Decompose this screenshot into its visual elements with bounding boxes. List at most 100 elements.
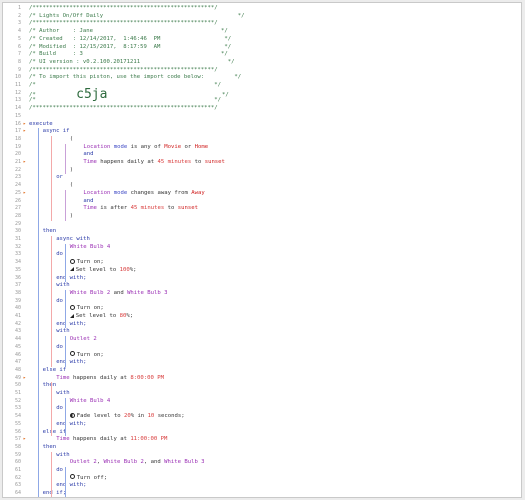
code-token: Turn off;: [76, 474, 108, 481]
indent-guide: [65, 289, 66, 329]
power-icon: [69, 258, 75, 264]
code-token: end with;: [56, 320, 87, 327]
code-token: sunset: [177, 205, 198, 212]
fade-icon: [69, 412, 75, 418]
code-token: */: [93, 28, 228, 35]
code-token: /* UI version : v0.2.100.20171211: [29, 58, 141, 65]
code-token: changes away from: [130, 189, 188, 196]
indent-guide: [65, 397, 66, 437]
indent-guide: [51, 135, 53, 221]
code-token: else if: [42, 428, 67, 435]
code-token: is any of: [130, 143, 161, 150]
code-token: do: [56, 297, 63, 304]
code-token: % in: [130, 413, 145, 420]
code-token: Turn on;: [76, 259, 104, 266]
off-icon: [69, 474, 75, 480]
code-token: White Bulb 3: [127, 289, 168, 296]
line-number: [3, 497, 21, 498]
code-token: 20: [123, 413, 131, 420]
code-token: White Bulb 2: [103, 459, 144, 466]
code-token: /***************************************…: [29, 20, 218, 27]
code-token: /* Modified : 12/15/2017, 8:17:59 AM: [29, 43, 161, 50]
code-token: happens daily at: [100, 159, 155, 165]
code-token: /*: [29, 97, 36, 104]
code-token: end if;: [42, 490, 67, 497]
code-token: /*: [29, 82, 36, 88]
code-token: /* Lights On/Off Daily: [29, 12, 104, 19]
code-token: sunset: [204, 159, 225, 165]
code-token: , and: [143, 459, 165, 466]
code-token: Turn on;: [76, 351, 104, 358]
code-token: Location: [83, 189, 111, 196]
code-token: happens daily at: [73, 436, 127, 443]
code-token: %;: [126, 313, 134, 319]
indent-guide: [51, 382, 53, 437]
code-token: */: [35, 82, 221, 88]
code-token: */: [160, 43, 232, 50]
code-token: */: [160, 35, 232, 42]
code-token: Location: [83, 143, 111, 150]
code-token: or: [56, 174, 63, 181]
code-token: ,: [96, 459, 104, 466]
code-token: then: [42, 228, 57, 235]
code-line[interactable]: end execute;: [3, 497, 521, 498]
code-token: (: [69, 135, 74, 142]
indent-guide: [65, 467, 66, 497]
indent-guide: [65, 189, 66, 221]
code-token: Time: [83, 159, 97, 165]
code-token: then: [42, 382, 57, 389]
code-token: Time: [83, 205, 97, 212]
code-token: Outlet 2: [69, 459, 97, 466]
code-token: async with: [56, 236, 90, 242]
power-icon: [69, 304, 75, 310]
indent-guide: [51, 451, 53, 497]
code-token: then: [42, 443, 57, 450]
code-token: (: [69, 182, 74, 189]
code-token: do: [56, 405, 63, 412]
indent-guide: [51, 236, 53, 367]
code-token: do: [56, 343, 63, 350]
code-token: and: [83, 197, 94, 204]
code-token: happens daily at: [73, 374, 127, 381]
code-token: /* Created : 12/14/2017, 1:46:46 PM: [29, 35, 161, 42]
code-token: is after: [100, 205, 128, 212]
code-token: end with;: [56, 482, 87, 489]
code-token: /***************************************…: [29, 5, 218, 11]
code-token: Outlet 2: [69, 336, 97, 343]
code-token: /* Build : 3: [29, 51, 83, 58]
code-token: White Bulb 4: [69, 243, 111, 250]
code-token: end with;: [56, 420, 87, 427]
code-token: and: [83, 151, 94, 158]
code-token: Fade level to: [76, 413, 121, 420]
code-token: end with;: [56, 359, 87, 366]
code-token: async if: [42, 128, 70, 135]
level-icon: [69, 267, 74, 272]
code-token: White Bulb 4: [69, 397, 111, 404]
code-token: Time: [56, 436, 70, 443]
code-token: /* Author : Jane: [29, 28, 93, 35]
piston-code-editor[interactable]: 1/**************************************…: [2, 2, 522, 498]
code-token: with: [56, 328, 70, 335]
code-token: Turn on;: [76, 305, 104, 312]
code-token: with: [56, 390, 70, 396]
code-token: */: [35, 97, 221, 104]
code-token: /***************************************…: [29, 66, 218, 73]
code-token: with: [56, 282, 70, 289]
code-token: seconds;: [157, 413, 185, 420]
code-token: do: [56, 251, 63, 258]
code-token: 8:00:00 PM: [130, 374, 164, 381]
code-token: ): [69, 166, 74, 173]
indent-guide: [65, 336, 66, 367]
code-token: %;: [129, 266, 137, 273]
code-token: do: [56, 467, 63, 473]
code-token: */: [103, 12, 245, 19]
code-token: /* To import this piston, use the import…: [29, 74, 205, 81]
code-text: end execute;: [29, 497, 69, 498]
code-token: Time: [56, 374, 70, 381]
code-token: ): [69, 212, 74, 219]
code-token: and: [110, 289, 128, 296]
code-token: Away: [191, 189, 205, 196]
code-token: */: [140, 58, 235, 65]
code-token: mode: [113, 189, 128, 196]
code-token: 45 minutes: [157, 159, 192, 165]
